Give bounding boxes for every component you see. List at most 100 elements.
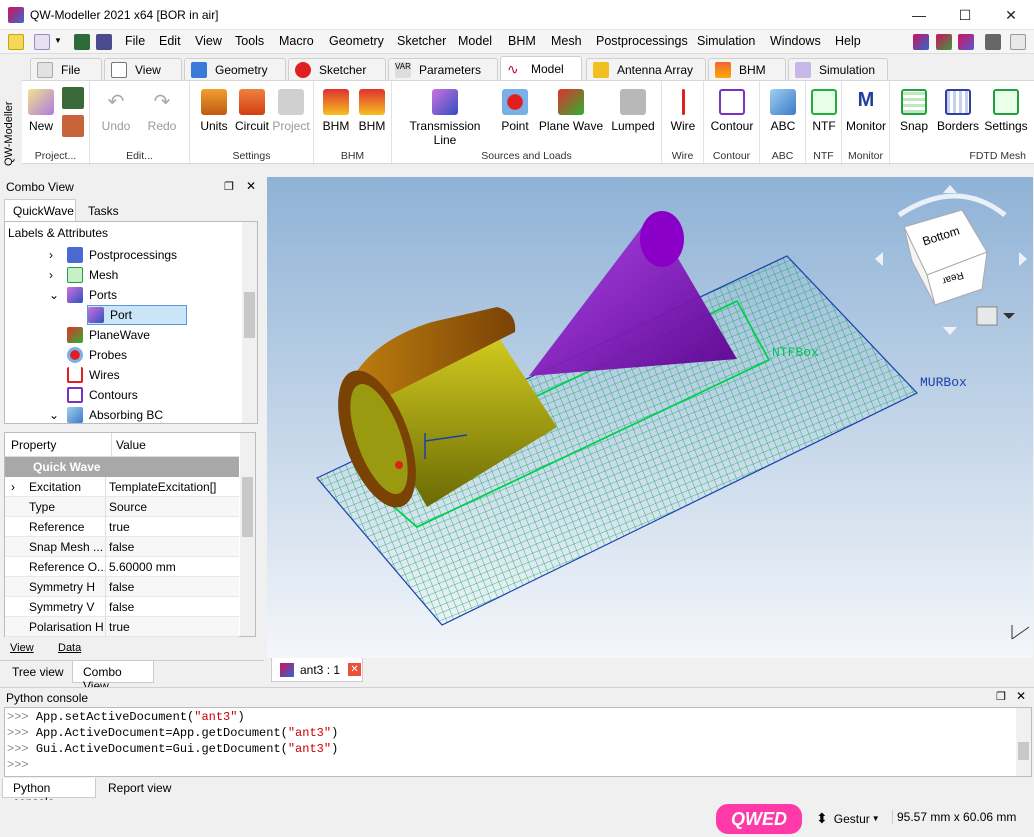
tab-sketcher[interactable]: Sketcher: [288, 58, 386, 80]
property-value[interactable]: true: [109, 520, 130, 534]
menu-mesh[interactable]: Mesh: [551, 34, 582, 48]
python-console[interactable]: >>> App.setActiveDocument("ant3") >>> Ap…: [4, 707, 1032, 777]
contour-button[interactable]: Contour: [708, 89, 756, 133]
navigation-style-button[interactable]: ⬍ Gestur ▼: [816, 810, 880, 827]
scrollbar-thumb[interactable]: [1018, 742, 1029, 760]
transmission-line-button[interactable]: Transmission Line: [398, 89, 492, 147]
chevron-down-icon[interactable]: [1003, 313, 1015, 319]
units-button[interactable]: Units: [196, 89, 232, 133]
point-button[interactable]: Point: [498, 89, 532, 133]
property-value[interactable]: Source: [109, 500, 147, 514]
tab-antenna-array[interactable]: Antenna Array: [586, 58, 706, 80]
port-marker[interactable]: [395, 461, 403, 469]
quickwave-icon[interactable]: [913, 34, 929, 50]
help-icon[interactable]: [1010, 34, 1026, 50]
tree-item-probes[interactable]: Probes: [67, 345, 127, 365]
qw-simulator-icon[interactable]: [958, 34, 974, 50]
property-value[interactable]: 5.60000 mm: [109, 560, 176, 574]
tree-scrollbar[interactable]: [242, 222, 257, 423]
minimize-button[interactable]: —: [896, 0, 942, 30]
bhm-button-1[interactable]: BHM: [320, 89, 352, 133]
save-as-icon[interactable]: [62, 115, 84, 137]
tab-tree-view[interactable]: Tree view: [12, 665, 64, 679]
chevron-down-icon[interactable]: ⌄: [49, 408, 67, 422]
tab-model[interactable]: ∿ Model: [500, 56, 582, 81]
maximize-button[interactable]: ☐: [942, 0, 988, 30]
tab-data-props[interactable]: Data: [58, 642, 81, 654]
property-row[interactable]: Polarisation H true: [5, 617, 239, 637]
chevron-right-icon[interactable]: ›: [49, 268, 67, 282]
property-value[interactable]: true: [109, 620, 130, 634]
menu-sketcher[interactable]: Sketcher: [397, 34, 446, 48]
property-value[interactable]: false: [109, 600, 134, 614]
property-row[interactable]: Reference true: [5, 517, 239, 537]
redo-button[interactable]: ↷ Redo: [142, 89, 182, 133]
tree-item-wires[interactable]: Wires: [67, 365, 120, 385]
property-value[interactable]: TemplateExcitation[]: [109, 480, 216, 494]
property-row[interactable]: Symmetry V false: [5, 597, 239, 617]
nav-left-arrow[interactable]: [875, 252, 883, 266]
save-icon[interactable]: [62, 87, 84, 109]
menu-tools[interactable]: Tools: [235, 34, 264, 48]
nav-up-arrow[interactable]: [943, 185, 957, 193]
lumped-button[interactable]: Lumped: [608, 89, 658, 133]
menu-geometry[interactable]: Geometry: [329, 34, 384, 48]
close-icon[interactable]: ✕: [246, 179, 256, 193]
view-menu-icon[interactable]: [976, 306, 998, 326]
tab-view-props[interactable]: View: [10, 642, 34, 654]
tab-view[interactable]: View: [104, 58, 182, 80]
ntf-button[interactable]: NTF: [810, 89, 838, 133]
tab-bhm[interactable]: BHM: [708, 58, 786, 80]
tree-item-port[interactable]: Port: [87, 305, 187, 325]
property-row[interactable]: Type Source: [5, 497, 239, 517]
workbench-icon[interactable]: [8, 34, 24, 50]
menu-help[interactable]: Help: [835, 34, 861, 48]
chevron-right-icon[interactable]: ›: [49, 248, 67, 262]
chevron-down-icon[interactable]: ▼: [54, 36, 62, 45]
property-row[interactable]: Snap Mesh ... false: [5, 537, 239, 557]
menu-bhm[interactable]: BHM: [508, 34, 536, 48]
orbit-arrow-icon[interactable]: [897, 193, 1007, 218]
project-button[interactable]: Project: [272, 89, 310, 133]
wire-button[interactable]: Wire: [666, 89, 700, 133]
tab-tasks[interactable]: Tasks: [78, 201, 130, 221]
console-scrollbar[interactable]: [1016, 708, 1031, 776]
property-row[interactable]: Symmetry H false: [5, 577, 239, 597]
save-icon[interactable]: [74, 34, 90, 50]
property-row[interactable]: › Excitation TemplateExcitation[]: [5, 477, 239, 497]
tree-item-mesh[interactable]: › Mesh: [49, 265, 118, 285]
qw-editor-icon[interactable]: [936, 34, 952, 50]
tree-item-ports[interactable]: ⌄ Ports: [49, 285, 117, 305]
close-button[interactable]: ✕: [988, 0, 1034, 30]
scrollbar-thumb[interactable]: [242, 477, 253, 537]
3d-viewport[interactable]: NTFBox MURBox Bottom Rear: [267, 177, 1033, 658]
menu-postprocessings[interactable]: Postprocessings: [596, 34, 688, 48]
undo-button[interactable]: ↶ Undo: [96, 89, 136, 133]
document-icon[interactable]: [34, 34, 50, 50]
chevron-down-icon[interactable]: ⌄: [49, 288, 67, 302]
tab-parameters[interactable]: VAR Parameters: [388, 58, 498, 80]
menu-macro[interactable]: Macro: [279, 34, 314, 48]
tree-item-absorbing-bc[interactable]: ⌄ Absorbing BC: [49, 405, 163, 425]
tab-report-view[interactable]: Report view: [108, 781, 171, 795]
console-input-line[interactable]: >>>: [7, 758, 36, 774]
property-value[interactable]: false: [109, 540, 134, 554]
menu-windows[interactable]: Windows: [770, 34, 821, 48]
menu-file[interactable]: File: [125, 34, 145, 48]
new-button[interactable]: New: [28, 89, 54, 133]
menu-edit[interactable]: Edit: [159, 34, 181, 48]
tab-quickwave[interactable]: QuickWave: [4, 199, 76, 221]
nav-down-arrow[interactable]: [943, 327, 957, 335]
tree-item-contours[interactable]: Contours: [67, 385, 138, 405]
scrollbar-thumb[interactable]: [244, 292, 255, 338]
bhm-button-2[interactable]: BHM: [356, 89, 388, 133]
borders-button[interactable]: Borders: [936, 89, 980, 133]
abc-button[interactable]: ABC: [764, 89, 802, 133]
property-row[interactable]: Reference O... 5.60000 mm: [5, 557, 239, 577]
save-as-icon[interactable]: [96, 34, 112, 50]
doc-tab-ant3[interactable]: ant3 : 1 ✕: [271, 658, 363, 682]
property-value[interactable]: false: [109, 580, 134, 594]
tab-geometry[interactable]: Geometry: [184, 58, 286, 80]
nav-right-arrow[interactable]: [1019, 252, 1027, 266]
circuit-button[interactable]: Circuit: [234, 89, 270, 133]
